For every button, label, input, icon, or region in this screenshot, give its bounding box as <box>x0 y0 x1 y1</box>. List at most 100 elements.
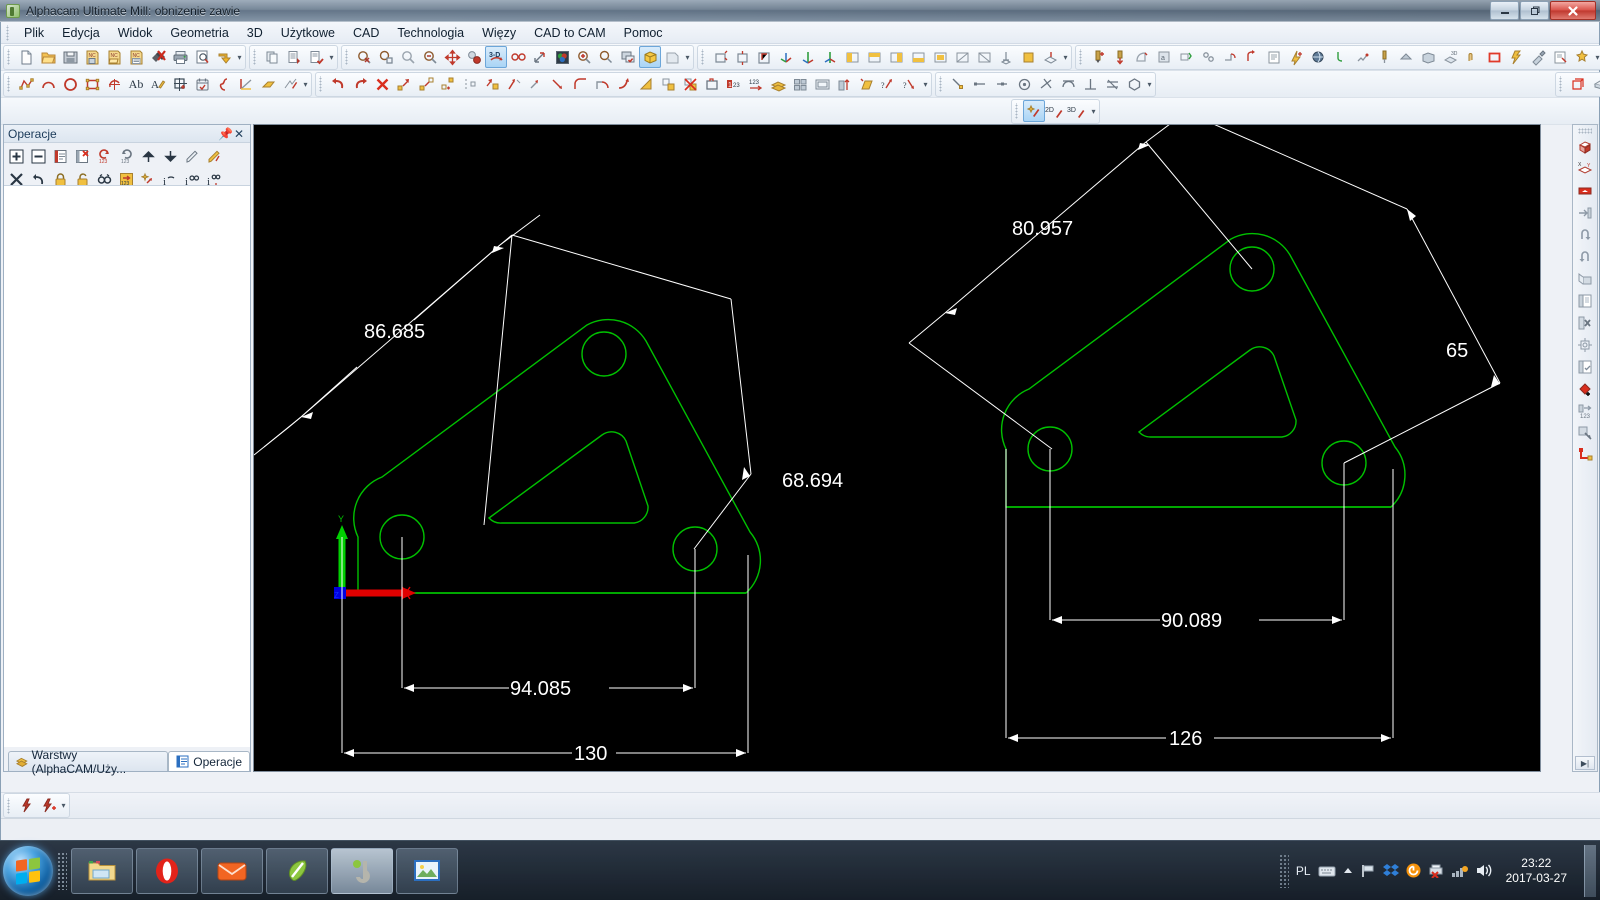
snap-end-icon[interactable] <box>969 73 991 95</box>
right-dock-grip[interactable] <box>1578 128 1592 134</box>
fast-op-icon[interactable] <box>1285 46 1307 68</box>
edit-doc-icon[interactable] <box>1574 356 1596 378</box>
open-folder-icon[interactable] <box>37 46 59 68</box>
toolbar-overflow[interactable]: ▾ <box>1061 46 1070 68</box>
lightning-plus-icon[interactable] <box>37 795 59 817</box>
close-icon[interactable]: ✕ <box>232 127 246 141</box>
snap-tangent-icon[interactable] <box>1057 73 1079 95</box>
menu-uzytkowe[interactable]: Użytkowe <box>272 23 344 43</box>
rough-icon[interactable] <box>1219 46 1241 68</box>
redraw-icon[interactable] <box>617 46 639 68</box>
tab-operacje[interactable]: Operacje <box>168 751 250 771</box>
box-view-3-icon[interactable] <box>885 46 907 68</box>
profile-op-icon[interactable] <box>1329 46 1351 68</box>
menu-widok[interactable]: Widok <box>109 23 162 43</box>
refresh-post-icon[interactable] <box>213 46 235 68</box>
iso-view-icon[interactable] <box>709 46 731 68</box>
pocket-icon[interactable] <box>1131 46 1153 68</box>
undo-icon[interactable] <box>327 73 349 95</box>
expand-icon[interactable]: ▶| <box>1575 756 1595 770</box>
dim-3d-icon[interactable]: 3D <box>1067 100 1089 122</box>
shade-flat-icon[interactable] <box>661 46 683 68</box>
circle-icon[interactable] <box>59 73 81 95</box>
operations-list[interactable] <box>4 185 250 747</box>
zoom-extents-icon[interactable] <box>419 46 441 68</box>
chamfer-edit-icon[interactable] <box>635 73 657 95</box>
start-orb[interactable] <box>3 845 53 896</box>
group-icon[interactable] <box>657 73 679 95</box>
solid-box-icon[interactable] <box>1574 136 1596 158</box>
tab-warstwy[interactable]: Warstwy (AlphaCAM/Uży... <box>8 748 169 776</box>
flag-action-icon[interactable] <box>1360 864 1376 878</box>
color-icon[interactable] <box>551 46 573 68</box>
pattern-icon[interactable] <box>279 73 301 95</box>
scale-icon[interactable] <box>525 73 547 95</box>
box-view-6-icon[interactable] <box>951 46 973 68</box>
view-3d-icon[interactable]: 3-D <box>485 46 507 68</box>
wire-box-icon[interactable] <box>1567 73 1589 95</box>
tool-down-icon[interactable] <box>1109 46 1131 68</box>
edit-lightning-icon[interactable] <box>204 146 225 167</box>
trim-icon[interactable] <box>569 73 591 95</box>
rectangle-icon[interactable] <box>81 73 103 95</box>
box-view-7-icon[interactable] <box>973 46 995 68</box>
toolbar-overflow[interactable]: ▾ <box>1145 73 1154 95</box>
box-view-4-icon[interactable] <box>907 46 929 68</box>
nc-list-icon[interactable]: NC <box>125 46 147 68</box>
snap-intersect-icon[interactable] <box>1035 73 1057 95</box>
query-1-icon[interactable]: ? <box>877 73 899 95</box>
toolbar-overflow[interactable]: ▾ <box>1593 46 1600 68</box>
print-preview-icon[interactable] <box>191 46 213 68</box>
align-icon[interactable] <box>459 73 481 95</box>
align-top-icon[interactable] <box>833 73 855 95</box>
zoom-previous-icon[interactable] <box>397 46 419 68</box>
network-icon[interactable] <box>1451 864 1468 878</box>
renumber-123-icon[interactable]: 123 <box>1574 400 1596 422</box>
fillet-icon[interactable] <box>613 73 635 95</box>
snap-node-icon[interactable] <box>1123 73 1145 95</box>
menu-edycja[interactable]: Edycja <box>53 23 109 43</box>
sim-icon[interactable] <box>1549 46 1571 68</box>
copy-icon[interactable] <box>261 46 283 68</box>
toolbar-overflow[interactable]: ▾ <box>683 46 692 68</box>
ellipse-icon[interactable] <box>103 73 125 95</box>
3d-op-icon[interactable]: 3D <box>1439 46 1461 68</box>
dim-wizard-icon[interactable] <box>1023 100 1045 122</box>
snap-mid-icon[interactable] <box>991 73 1013 95</box>
toolbar-overflow[interactable]: ▾ <box>301 73 310 95</box>
window-titlebar[interactable]: Alphacam Ultimate Mill: obnizenie zawie <box>0 0 1600 22</box>
paste-list-icon[interactable] <box>283 46 305 68</box>
show-hidden-icon[interactable] <box>1343 866 1353 876</box>
zoom-selected-icon[interactable] <box>595 46 617 68</box>
fillet-shape-icon[interactable] <box>257 73 279 95</box>
toolbar-overflow[interactable]: ▾ <box>921 73 930 95</box>
xy-plane-icon[interactable]: XY <box>1574 158 1596 180</box>
stretch-icon[interactable] <box>547 73 569 95</box>
spline-icon[interactable] <box>213 73 235 95</box>
edit-op-icon[interactable] <box>1263 46 1285 68</box>
move-down-icon[interactable] <box>160 146 181 167</box>
contour-icon[interactable] <box>1175 46 1197 68</box>
save-icon[interactable] <box>59 46 81 68</box>
add-icon[interactable] <box>6 146 27 167</box>
toolbar-grip[interactable] <box>700 49 707 65</box>
zoom-window-icon[interactable] <box>375 46 397 68</box>
box-view-2-icon[interactable] <box>863 46 885 68</box>
delete-page-icon[interactable] <box>1574 312 1596 334</box>
taskbar-opera[interactable] <box>136 847 198 894</box>
toolbar-grip[interactable] <box>252 49 259 65</box>
copy-plus-icon[interactable] <box>437 73 459 95</box>
box-view-5-icon[interactable] <box>929 46 951 68</box>
toolbar-grip[interactable] <box>1078 49 1085 65</box>
tile-icon[interactable] <box>789 73 811 95</box>
lightning-icon[interactable] <box>15 795 37 817</box>
center-target-icon[interactable] <box>1574 334 1596 356</box>
shade-cube-icon[interactable] <box>639 46 661 68</box>
iso-rotate-icon[interactable] <box>731 46 753 68</box>
brush-icon[interactable] <box>1527 46 1549 68</box>
engrave-icon[interactable] <box>1351 46 1373 68</box>
text-edit-icon[interactable]: A <box>147 73 169 95</box>
taskbar-viewer[interactable] <box>396 847 458 894</box>
zoom-in-icon[interactable] <box>573 46 595 68</box>
close-button[interactable] <box>1550 1 1596 20</box>
